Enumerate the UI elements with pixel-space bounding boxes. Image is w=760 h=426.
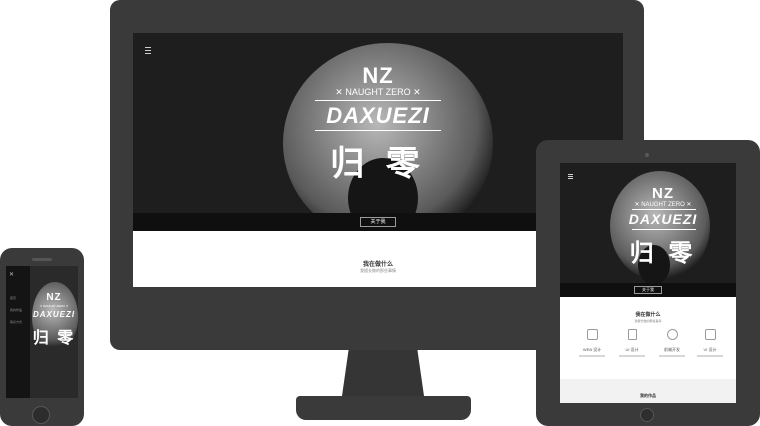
logo-brand-name: DAXUEZI	[326, 103, 430, 128]
service-label: 前端开发	[664, 347, 680, 352]
phone-screen: NZ ✕ NAUGHT ZERO ✕ DAXUEZI 归 零 ✕ 首页 我的作品…	[6, 266, 78, 398]
logo-tagline: ✕ NAUGHT ZERO ✕	[39, 304, 69, 308]
logo-divider	[315, 100, 441, 101]
logo-mark: NZ	[362, 63, 394, 88]
tablet-nav-bar: 关于我	[560, 283, 736, 297]
mail-icon	[704, 329, 716, 340]
logo-divider	[632, 209, 696, 210]
service-label: VI 设计	[703, 347, 717, 352]
tablet-works-section: 我的作品	[560, 379, 736, 403]
service-description	[697, 355, 723, 357]
logo-divider	[315, 130, 441, 131]
section-title: 我在做什么	[635, 312, 661, 318]
service-ui-design: UI 设计	[612, 329, 652, 357]
works-title: 我的作品	[640, 393, 656, 398]
close-icon[interactable]: ✕	[9, 271, 14, 278]
service-web-design: WEB 设计	[572, 329, 612, 357]
monitor-stand-foot	[296, 396, 471, 420]
bulb-icon	[666, 329, 678, 340]
side-menu-item[interactable]: 联系方式	[10, 320, 22, 324]
logo-brand-name: DAXUEZI	[628, 211, 698, 227]
logo-chinese-name: 归 零	[629, 240, 697, 267]
phone-home-button[interactable]	[32, 406, 50, 424]
tablet-icon	[627, 329, 637, 340]
logo-divider	[632, 229, 696, 230]
side-menu-item[interactable]: 首页	[10, 296, 16, 300]
about-button[interactable]: 关于我	[634, 286, 662, 294]
tablet-camera	[645, 153, 649, 157]
tablet-home-button[interactable]	[640, 408, 654, 422]
logo-mark: NZ	[46, 292, 62, 303]
logo-tagline: ✕ NAUGHT ZERO ✕	[335, 87, 421, 97]
menu-icon[interactable]	[145, 47, 151, 56]
service-description	[659, 355, 685, 357]
monitor-icon	[586, 329, 598, 340]
phone-side-menu: ✕ 首页 我的作品 联系方式	[6, 266, 30, 398]
side-menu-item[interactable]: 我的作品	[10, 308, 22, 312]
logo-tagline: ✕ NAUGHT ZERO ✕	[634, 202, 692, 208]
logo-chinese-name: 归 零	[32, 330, 76, 347]
service-frontend-dev: 前端开发	[652, 329, 692, 357]
phone-hero: NZ ✕ NAUGHT ZERO ✕ DAXUEZI 归 零	[30, 266, 78, 398]
section-subtitle: 我擅长做的那些事情	[634, 319, 662, 323]
tablet-hero: NZ ✕ NAUGHT ZERO ✕ DAXUEZI 归 零	[560, 163, 736, 283]
phone-speaker	[32, 258, 52, 261]
service-description	[579, 355, 605, 357]
service-label: WEB 设计	[582, 347, 602, 352]
logo-brand-name: DAXUEZI	[32, 310, 76, 319]
service-description	[619, 355, 645, 357]
about-button[interactable]: 关于我	[360, 217, 396, 227]
menu-icon[interactable]	[568, 174, 573, 181]
logo-mark: NZ	[652, 185, 674, 202]
service-vi-design: VI 设计	[690, 329, 730, 357]
monitor-stand-neck	[342, 350, 424, 396]
service-label: UI 设计	[625, 347, 639, 352]
tablet-screen: NZ ✕ NAUGHT ZERO ✕ DAXUEZI 归 零 关于我 我在做什么…	[560, 163, 736, 403]
